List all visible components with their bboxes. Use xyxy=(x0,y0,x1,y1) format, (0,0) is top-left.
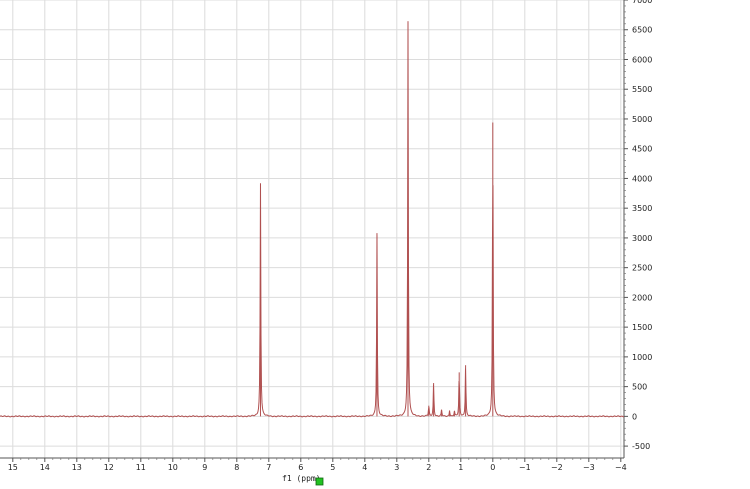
y-tick-label: 1500 xyxy=(632,323,652,332)
x-tick-label: 12 xyxy=(104,463,114,472)
x-tick-label: −4 xyxy=(615,463,627,472)
x-axis-title: f1 (ppm) xyxy=(282,474,321,483)
x-tick-label: 5 xyxy=(330,463,335,472)
y-axis: -500 0 500 1000 1500 2000 2500 3000 3500 4000 4500… xyxy=(624,0,652,451)
x-tick-label: 8 xyxy=(234,463,239,472)
x-tick-label: 13 xyxy=(72,463,82,472)
x-tick-label: 14 xyxy=(40,463,50,472)
plot-frame xyxy=(0,0,625,459)
grid xyxy=(0,0,624,458)
nmr-spectrum-chart: 15 14 13 12 11 10 9 8 7 6 5 4 3 2 1 0 −1 −2 −3 −4 -50005001… xyxy=(0,0,652,486)
y-tick-label: 2000 xyxy=(632,293,652,302)
x-tick-label: 0 xyxy=(490,463,495,472)
y-tick-label: 0 xyxy=(632,412,637,421)
x-tick-label: −3 xyxy=(583,463,595,472)
x-tick-label: −1 xyxy=(519,463,531,472)
x-tick-label: 7 xyxy=(266,463,271,472)
y-tick-label: 500 xyxy=(632,383,647,392)
y-tick-label: 7000 xyxy=(632,0,652,5)
y-tick-label: 4500 xyxy=(632,145,652,154)
x-tick-label: 15 xyxy=(8,463,18,472)
x-tick-label: 4 xyxy=(362,463,367,472)
y-tick-label: 1000 xyxy=(632,353,652,362)
y-tick-label: 5000 xyxy=(632,115,652,124)
y-tick-label: -500 xyxy=(632,442,650,451)
series-layer xyxy=(0,21,624,418)
x-tick-label: 9 xyxy=(202,463,207,472)
y-tick-label: 2500 xyxy=(632,264,652,273)
x-axis: 15 14 13 12 11 10 9 8 7 6 5 4 3 2 1 0 −1 −2 −3 −4 xyxy=(8,458,627,472)
y-tick-label: 3000 xyxy=(632,234,652,243)
x-tick-label: 1 xyxy=(458,463,463,472)
y-tick-label: 6500 xyxy=(632,26,652,35)
x-tick-label: 10 xyxy=(168,463,178,472)
axis-marker-icon[interactable] xyxy=(315,477,324,486)
y-tick-label: 4000 xyxy=(632,174,652,183)
y-tick-label: 5500 xyxy=(632,85,652,94)
x-tick-label: −2 xyxy=(551,463,563,472)
y-tick-label: 3500 xyxy=(632,204,652,213)
x-tick-label: 3 xyxy=(394,463,399,472)
x-tick-label: 2 xyxy=(426,463,431,472)
x-tick-label: 11 xyxy=(136,463,146,472)
spectrum-line xyxy=(0,21,624,418)
y-tick-label: 6000 xyxy=(632,55,652,64)
x-tick-label: 6 xyxy=(298,463,303,472)
